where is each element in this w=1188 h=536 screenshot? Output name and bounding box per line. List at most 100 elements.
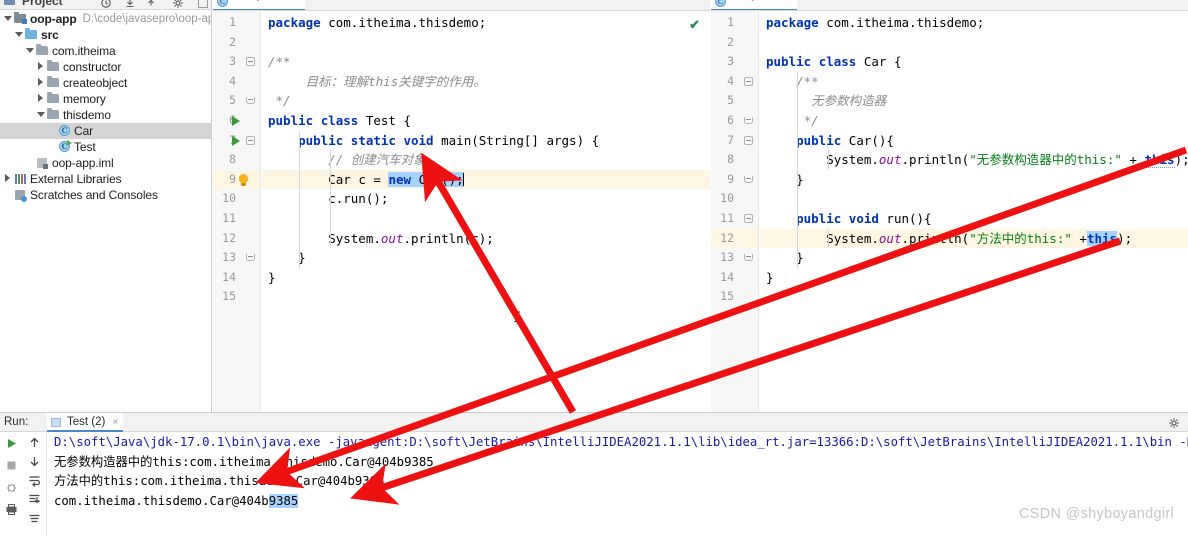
code-line: public void run(){	[796, 211, 932, 226]
line-number: 10	[720, 191, 734, 206]
chevron-right-icon[interactable]	[2, 171, 13, 187]
up-stack-trace-button[interactable]	[26, 436, 42, 452]
fold-end-icon[interactable]	[744, 117, 753, 124]
print-button[interactable]	[3, 503, 19, 519]
code-area-left[interactable]: 1 2 3 4 5 6 7 8 9 10 11 12 13 14 15 package com.itheim…	[213, 11, 710, 412]
chevron-right-icon[interactable]	[35, 75, 46, 91]
package-icon	[35, 43, 50, 59]
source-folder-icon	[24, 27, 39, 43]
tree-item-constructor[interactable]: constructor	[0, 59, 211, 75]
project-tree: oop-app D:\code\javasepro\oop-app src com.i…	[0, 10, 211, 203]
soft-wrap-button[interactable]	[26, 474, 42, 490]
fold-end-icon[interactable]	[246, 97, 255, 105]
tree-item-scratches-and-consoles[interactable]: Scratches and Consoles	[0, 187, 211, 203]
tree-item-label: memory	[63, 92, 106, 106]
code-line: public Car(){	[796, 132, 894, 148]
line-number: 14	[720, 269, 734, 284]
indent-guide	[299, 130, 300, 268]
code-content-left[interactable]: package com.itheima.thisdemo; /** 目标：理解th…	[262, 11, 710, 412]
tree-item-createobject[interactable]: createobject	[0, 75, 211, 91]
gutter-right[interactable]: 1 2 3 4 5 6 7 8 9 10 11 12 13 14 15	[711, 11, 759, 412]
chevron-right-icon[interactable]	[35, 59, 46, 75]
tree-item-com-itheima[interactable]: com.itheima	[0, 43, 211, 59]
settings-gear-icon[interactable]	[172, 0, 184, 8]
tree-item-label: thisdemo	[63, 108, 111, 122]
java-class-icon: C	[217, 0, 228, 7]
fold-end-icon[interactable]	[744, 254, 753, 262]
package-icon	[46, 59, 61, 75]
fold-end-icon[interactable]	[744, 175, 753, 183]
tree-item-label: createobject	[63, 76, 128, 90]
gutter-left[interactable]: 1 2 3 4 5 6 7 8 9 10 11 12 13 14 15	[213, 11, 261, 412]
tree-item-label: Scratches and Consoles	[30, 188, 158, 202]
tree-item-external-libraries[interactable]: External Libraries	[0, 171, 211, 187]
tree-item-oop-app[interactable]: oop-app D:\code\javasepro\oop-app	[0, 11, 211, 27]
tree-item-src[interactable]: src	[0, 27, 211, 43]
scratches-icon	[13, 187, 28, 203]
inspection-ok-icon[interactable]: ✔	[689, 17, 700, 33]
tree-item-oop-app-iml[interactable]: oop-app.iml	[0, 155, 211, 171]
fold-end-icon[interactable]	[246, 254, 255, 262]
tab-test-java[interactable]: C Test.java ×	[213, 0, 305, 10]
code-line: 目标：理解this关键字的作用。	[268, 73, 486, 89]
tab-label: Test.java	[233, 0, 278, 1]
run-gutter-icon[interactable]	[232, 116, 240, 126]
code-area-right[interactable]: 1 2 3 4 5 6 7 8 9 10 11 12 13 14 15 package com.itheim…	[711, 11, 1188, 412]
run-toolbar-secondary	[21, 432, 47, 536]
collapse-all-icon[interactable]	[100, 0, 112, 8]
intention-bulb-icon[interactable]	[239, 173, 248, 186]
project-tool-window: Project oop-app D:\code\javasepro\oop-app…	[0, 0, 212, 412]
fold-collapse-icon[interactable]	[246, 135, 255, 145]
tab-car-java[interactable]: C Car.java ×	[711, 0, 797, 10]
tree-item-memory[interactable]: memory	[0, 91, 211, 107]
chevron-down-icon[interactable]	[2, 11, 13, 27]
line-number: 2	[229, 34, 236, 49]
chevron-down-icon[interactable]	[13, 27, 24, 43]
run-window-label: Run:	[4, 416, 29, 428]
code-line: */	[766, 113, 819, 128]
intellij-idea-window: Project oop-app D:\code\javasepro\oop-app…	[0, 0, 1188, 536]
fold-collapse-icon[interactable]	[246, 57, 255, 67]
code-line: public static void main(String[] args) {	[298, 132, 600, 148]
tree-item-path: D:\code\javasepro\oop-app	[82, 13, 212, 25]
package-icon	[46, 91, 61, 107]
clear-all-button[interactable]	[26, 512, 42, 528]
console-line: 方法中的this:com.itheima.thisdemo.Car@404b93…	[54, 474, 385, 488]
tree-item-label: com.itheima	[52, 44, 116, 58]
code-line: }	[766, 269, 774, 285]
tree-item-test[interactable]: C Test	[0, 139, 211, 155]
csdn-watermark: CSDN @shyboyandgirl	[1018, 506, 1174, 522]
indent-guide	[828, 228, 829, 249]
code-line: */	[268, 93, 291, 109]
chevron-down-icon[interactable]	[24, 43, 35, 59]
debug-button[interactable]	[3, 481, 19, 497]
project-icon	[4, 0, 15, 5]
tree-item-car[interactable]: C Car	[0, 123, 211, 139]
tree-item-thisdemo[interactable]: thisdemo	[0, 107, 211, 123]
mouse-text-cursor: I	[513, 310, 522, 326]
close-icon[interactable]: ×	[113, 413, 119, 432]
fold-collapse-icon[interactable]	[744, 76, 753, 86]
expand-icon[interactable]	[124, 0, 136, 8]
down-stack-trace-button[interactable]	[26, 455, 42, 471]
module-icon	[13, 11, 28, 27]
tree-item-label: oop-app.iml	[52, 156, 114, 170]
gear-icon[interactable]	[1168, 417, 1180, 429]
run-gutter-icon[interactable]	[232, 135, 240, 146]
locate-icon[interactable]	[145, 0, 157, 8]
console-output[interactable]: D:\soft\Java\jdk-17.0.1\bin\java.exe -ja…	[48, 432, 1188, 536]
code-content-right[interactable]: package com.itheima.thisdemo; public clas…	[760, 11, 1188, 412]
tree-item-label: oop-app	[30, 12, 77, 26]
rerun-button[interactable]	[3, 437, 19, 453]
chevron-right-icon[interactable]	[35, 91, 46, 107]
chevron-down-icon[interactable]	[35, 107, 46, 123]
hide-panel-icon[interactable]	[197, 0, 209, 8]
stop-button[interactable]	[3, 459, 19, 475]
scroll-to-end-button[interactable]	[26, 493, 42, 509]
fold-collapse-icon[interactable]	[744, 135, 753, 145]
run-tab-test[interactable]: Test (2) ×	[47, 413, 124, 432]
console-line[interactable]: D:\soft\Java\jdk-17.0.1\bin\java.exe -ja…	[54, 433, 1188, 453]
fold-collapse-icon[interactable]	[744, 214, 753, 223]
